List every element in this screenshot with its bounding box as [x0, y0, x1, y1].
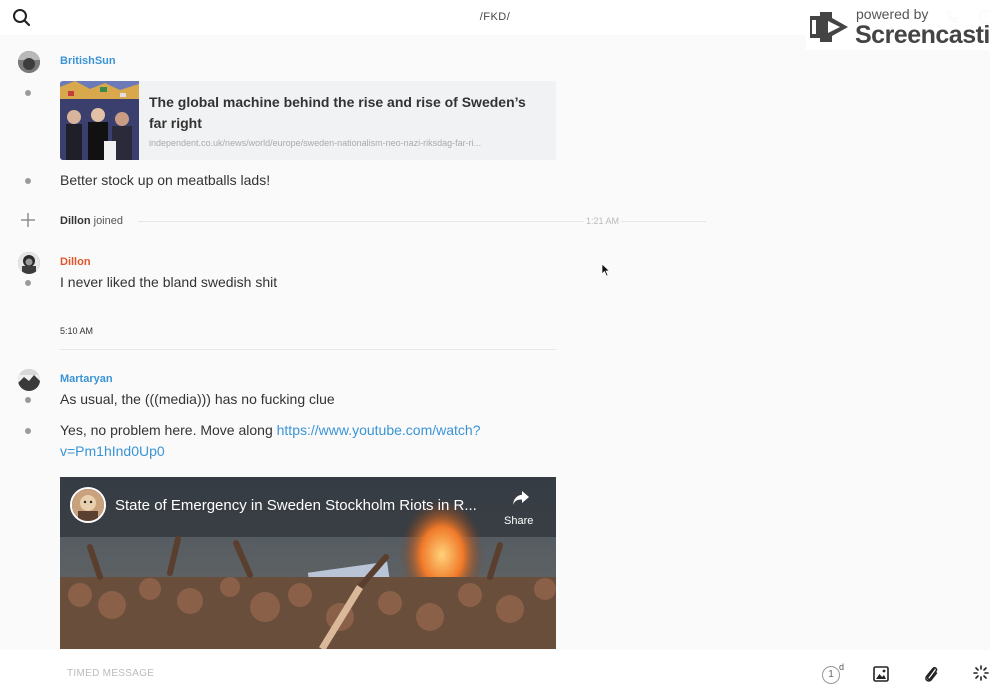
timer-value: 1: [822, 666, 840, 684]
loading-icon[interactable]: [973, 665, 989, 681]
message-text: I never liked the bland swedish shit: [60, 274, 278, 290]
youtube-link-line-2[interactable]: v=Pm1hInd0Up0: [60, 443, 165, 459]
youtube-link-line-1[interactable]: https://www.youtube.com/watch?: [277, 422, 481, 438]
video-title[interactable]: State of Emergency in Sweden Stockholm R…: [115, 497, 477, 514]
message-bullet: [25, 428, 31, 434]
image-icon[interactable]: [873, 666, 889, 682]
time-divider: [60, 349, 556, 350]
message-bullet: [25, 280, 31, 286]
watermark-powered-by: powered by: [856, 6, 929, 22]
message-bullet: [25, 90, 31, 96]
username-britishsun[interactable]: BritishSun: [60, 55, 116, 67]
share-icon[interactable]: [512, 490, 530, 506]
screencastify-logo-icon: [808, 8, 854, 46]
share-label[interactable]: Share: [504, 515, 533, 527]
message-bullet: [25, 397, 31, 403]
message-bullet: [25, 178, 31, 184]
timed-message-input[interactable]: [67, 668, 767, 679]
join-notice: Dillon joined: [60, 215, 123, 227]
link-preview-title[interactable]: The global machine behind the rise and r…: [149, 92, 544, 134]
join-plus-icon: [20, 212, 36, 228]
video-channel-avatar[interactable]: [70, 487, 106, 523]
link-preview-thumbnail: [60, 81, 139, 160]
paperclip-icon[interactable]: [923, 665, 939, 683]
join-action: joined: [93, 215, 123, 227]
link-preview-card[interactable]: The global machine behind the rise and r…: [60, 81, 556, 160]
mouse-cursor-icon: [601, 263, 611, 277]
link-preview-url: independent.co.uk/news/world/europe/swed…: [149, 138, 482, 148]
screencastify-watermark: powered by Screencastify: [806, 4, 990, 50]
join-user[interactable]: Dillon: [60, 215, 91, 227]
youtube-video-embed[interactable]: State of Emergency in Sweden Stockholm R…: [60, 477, 556, 649]
avatar-dillon[interactable]: [18, 252, 40, 274]
timer-button[interactable]: 1 d: [822, 662, 848, 684]
username-martaryan[interactable]: Martaryan: [60, 373, 113, 385]
timer-unit: d: [839, 662, 845, 672]
join-time: 1:21 AM: [584, 216, 622, 226]
username-dillon[interactable]: Dillon: [60, 256, 91, 268]
time-separator: 5:10 AM: [60, 326, 94, 336]
avatar-britishsun[interactable]: [18, 51, 40, 73]
message-text-prefix: Yes, no problem here. Move along: [60, 422, 277, 438]
message-text: Better stock up on meatballs lads!: [60, 172, 271, 188]
message-text: As usual, the (((media))) has no fucking…: [60, 391, 335, 407]
watermark-brand: Screencastify: [855, 21, 990, 49]
message-text-with-link: Yes, no problem here. Move along https:/…: [60, 420, 556, 462]
avatar-martaryan[interactable]: [18, 369, 40, 391]
